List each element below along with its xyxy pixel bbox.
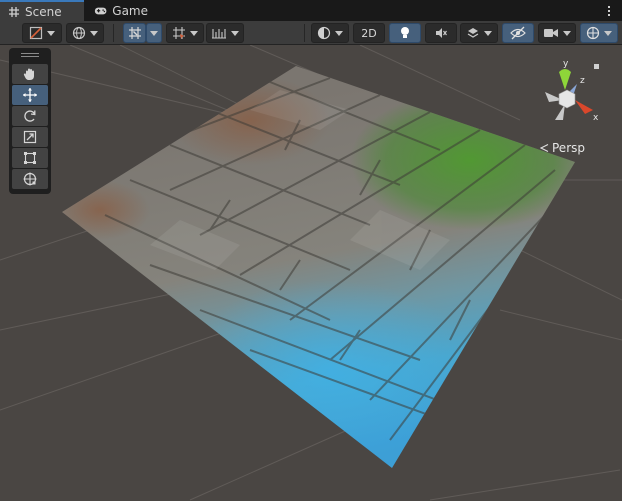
grid-icon: [173, 27, 185, 39]
ruler-icon: [212, 29, 226, 39]
tab-game-label: Game: [112, 3, 148, 18]
gizmo-z-label: z: [580, 76, 585, 86]
chevron-down-icon: [484, 30, 492, 36]
lighting-toggle-button[interactable]: [389, 23, 421, 43]
gizmos-dropdown[interactable]: [580, 23, 618, 43]
gizmo-lock-toggle[interactable]: [594, 64, 599, 69]
rotate-icon: [24, 110, 36, 122]
move-arrows-icon: [23, 88, 37, 102]
perspective-icon: [540, 144, 549, 152]
increment-snap-dropdown[interactable]: [206, 23, 244, 43]
gizmo-y-axis[interactable]: [559, 69, 571, 90]
scene-canvas[interactable]: [0, 45, 622, 501]
shaded-mode-icon: [29, 26, 43, 40]
chevron-down-icon: [604, 30, 612, 36]
chevron-down-icon: [150, 30, 158, 36]
scale-icon: [23, 130, 37, 144]
video-camera-icon: [544, 29, 558, 37]
gamepad-icon: [94, 7, 107, 14]
globe-icon: [72, 26, 86, 40]
audio-toggle-button[interactable]: [425, 23, 457, 43]
chevron-down-icon: [190, 30, 198, 36]
view-tool-button[interactable]: [12, 64, 48, 84]
tab-bar: Scene Game: [0, 0, 622, 21]
grid-snapping-dropdown[interactable]: [146, 23, 162, 43]
chevron-down-icon: [335, 30, 343, 36]
rotate-tool-button[interactable]: [12, 106, 48, 126]
camera-settings-dropdown[interactable]: [538, 23, 576, 43]
rect-transform-icon: [24, 152, 36, 164]
scene-toolbar: 2D: [0, 21, 622, 45]
toolbar-separator: [304, 24, 305, 42]
gizmo-y-label: y: [563, 59, 569, 69]
2d-toggle-label: 2D: [361, 26, 377, 40]
transform-icon: [23, 172, 37, 186]
shading-mode-dropdown[interactable]: [66, 23, 104, 43]
scene-viewport[interactable]: [0, 45, 622, 501]
gizmo-x-label: x: [593, 113, 599, 123]
transform-tool-button[interactable]: [12, 169, 48, 189]
sphere-shading-icon: [317, 26, 331, 40]
orientation-gizmo[interactable]: y z x: [535, 56, 615, 136]
2d-toggle-button[interactable]: 2D: [353, 23, 385, 43]
gizmo-center-cube[interactable]: [558, 89, 576, 109]
scene-view-options-dropdown[interactable]: [311, 23, 349, 43]
grid-snapping-toggle[interactable]: [123, 23, 146, 43]
grid-snap-icon: [128, 27, 141, 39]
hash-grid-icon: [9, 6, 19, 17]
panel-drag-handle[interactable]: [21, 53, 39, 58]
hand-icon: [23, 68, 34, 80]
chevron-down-icon: [563, 30, 571, 36]
rect-tool-button[interactable]: [12, 148, 48, 168]
tab-scene-label: Scene: [25, 4, 62, 19]
speaker-muted-icon: [436, 28, 447, 38]
chevron-down-icon: [47, 30, 55, 36]
eye-slash-icon: [510, 26, 526, 40]
layers-icon: [467, 28, 479, 38]
move-tool-button[interactable]: [12, 85, 48, 105]
gizmo-globe-icon: [586, 26, 600, 40]
effects-dropdown[interactable]: [460, 23, 498, 43]
toolbar-separator: [113, 24, 114, 42]
gizmo-x-axis[interactable]: [575, 100, 593, 114]
chevron-down-icon: [231, 30, 239, 36]
chevron-down-icon: [90, 30, 98, 36]
lightbulb-icon: [401, 27, 409, 38]
scene-visibility-toggle[interactable]: [502, 23, 534, 43]
tab-game[interactable]: Game: [86, 0, 156, 21]
more-options-icon[interactable]: [604, 2, 614, 19]
grid-visibility-dropdown[interactable]: [166, 23, 204, 43]
scale-tool-button[interactable]: [12, 127, 48, 147]
projection-label: Persp: [552, 141, 585, 155]
tab-scene[interactable]: Scene: [0, 0, 84, 21]
projection-toggle[interactable]: Persp: [540, 141, 585, 155]
draw-mode-dropdown[interactable]: [22, 23, 62, 43]
transform-tools-panel: [9, 48, 51, 194]
